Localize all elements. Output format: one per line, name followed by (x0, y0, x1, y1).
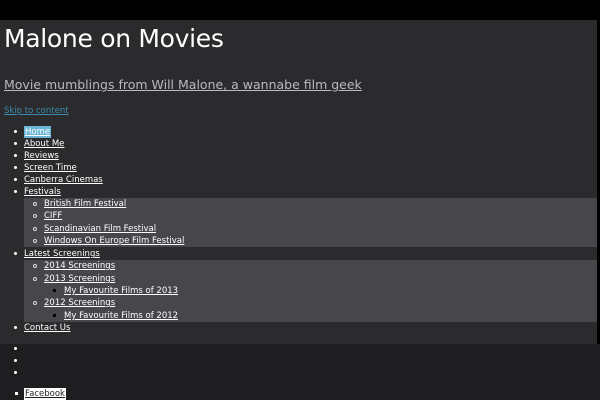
bullet-icon (14, 166, 17, 169)
bullet-icon (53, 314, 56, 317)
bullet-icon (33, 214, 37, 218)
bullet-icon (33, 202, 37, 206)
nav-festivals[interactable]: Festivals (24, 186, 61, 198)
bullet-icon (33, 239, 37, 243)
bullet-icon (14, 190, 17, 193)
site-description[interactable]: Movie mumblings from Will Malone, a wann… (4, 76, 362, 94)
bullet-icon (33, 301, 37, 305)
nav-favourite-films-2012[interactable]: My Favourite Films of 2012 (64, 310, 178, 322)
footer-area (0, 344, 600, 400)
bullet-icon (33, 227, 37, 231)
bullet-icon (14, 326, 17, 329)
bullet-icon (53, 289, 56, 292)
nav-scandinavian-film-festival[interactable]: Scandinavian Film Festival (44, 223, 156, 235)
bullet-icon (14, 154, 17, 157)
bullet-icon (14, 371, 17, 374)
bullet-icon (14, 359, 17, 362)
nav-latest-screenings[interactable]: Latest Screenings (24, 248, 100, 260)
bullet-icon (14, 252, 17, 255)
nav-canberra-cinemas[interactable]: Canberra Cinemas (24, 174, 103, 186)
nav-contact-us[interactable]: Contact Us (24, 322, 70, 334)
bullet-icon (14, 130, 17, 133)
bullet-icon (14, 178, 17, 181)
bullet-icon (33, 277, 37, 281)
bullet-icon (15, 392, 18, 395)
nav-home[interactable]: Home (24, 126, 52, 138)
bullet-icon (14, 347, 17, 350)
nav-about[interactable]: About Me (24, 138, 64, 150)
site-title[interactable]: Malone on Movies (4, 22, 224, 56)
bullet-icon (33, 264, 37, 268)
nav-screen-time[interactable]: Screen Time (24, 162, 77, 174)
nav-windows-on-europe[interactable]: Windows On Europe Film Festival (44, 235, 184, 247)
nav-reviews[interactable]: Reviews (24, 150, 59, 162)
nav-2013-screenings[interactable]: 2013 Screenings (44, 273, 115, 285)
skip-to-content-link[interactable]: Skip to content (4, 105, 69, 117)
nav-favourite-films-2013[interactable]: My Favourite Films of 2013 (64, 285, 178, 297)
nav-2012-screenings[interactable]: 2012 Screenings (44, 297, 115, 309)
nav-2014-screenings[interactable]: 2014 Screenings (44, 260, 115, 272)
nav-british-film-festival[interactable]: British Film Festival (44, 198, 126, 210)
facebook-link[interactable]: Facebook (24, 388, 66, 400)
nav-ciff[interactable]: CIFF (44, 210, 62, 222)
bullet-icon (14, 142, 17, 145)
